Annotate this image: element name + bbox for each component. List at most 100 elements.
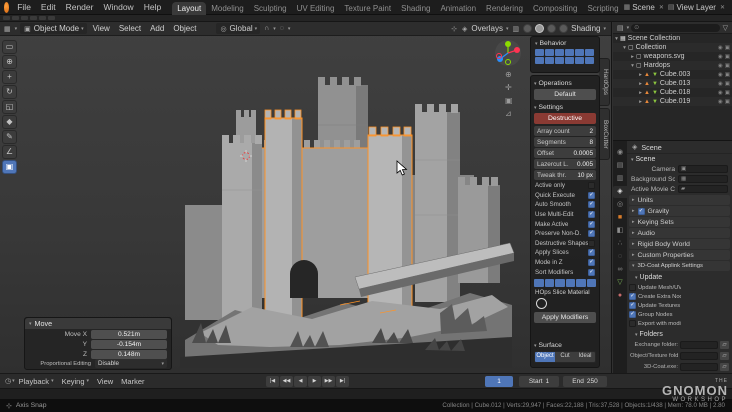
menu-help[interactable]: Help xyxy=(139,2,166,12)
hide-icon[interactable]: ◉ xyxy=(718,45,723,51)
hardops-quick-icon[interactable] xyxy=(585,57,594,64)
check-update-mesh[interactable]: Update Mesh/UV xyxy=(629,283,681,292)
object-texture-folder-field[interactable] xyxy=(680,351,718,360)
tab-physics[interactable]: ◌ xyxy=(613,251,627,263)
check-preserve[interactable]: Preserve Non-D. xyxy=(531,229,599,239)
check-apply-slices[interactable]: Apply Slices xyxy=(531,248,599,258)
hide-icon[interactable]: ◉ xyxy=(718,72,723,78)
chevron-down-icon[interactable]: ▾ xyxy=(635,332,638,338)
snap-magnet-icon[interactable]: ∩ xyxy=(263,25,270,32)
folder-browse-icon[interactable]: ▱ xyxy=(720,340,729,349)
outliner-row-cube018[interactable]: ▸ ▲ ▼ Cube.018 ◉ ▣ xyxy=(613,88,732,97)
overlays-label[interactable]: Overlays xyxy=(471,24,503,33)
chevron-down-icon[interactable]: ▾ xyxy=(534,81,537,87)
xray-toggle-icon[interactable]: ▥ xyxy=(512,25,521,33)
check-mode-in-z[interactable]: Mode in Z xyxy=(531,258,599,268)
render-visibility-icon[interactable]: ▣ xyxy=(725,72,730,78)
play-reverse-button[interactable]: ◀ xyxy=(294,376,307,387)
perspective-toggle-icon[interactable]: ⊿ xyxy=(505,109,513,118)
check-destructive-shapes[interactable]: Destructive Shapes xyxy=(531,239,599,249)
disclosure-icon[interactable]: ▸ xyxy=(637,81,644,87)
outliner-row-scene-collection[interactable]: ▾ ▦ Scene Collection xyxy=(613,34,732,43)
tool-settings-icon[interactable] xyxy=(21,16,28,20)
shading-wireframe-icon[interactable] xyxy=(523,24,533,33)
render-visibility-icon[interactable]: ▣ xyxy=(725,90,730,96)
scene-unlink-icon[interactable]: ✕ xyxy=(657,4,666,11)
movie-clip-field[interactable]: ▰ xyxy=(678,185,728,193)
tab-shading[interactable]: Shading xyxy=(396,2,435,15)
surface-mode-cut[interactable]: Cut xyxy=(555,352,575,362)
orientation-dropdown[interactable]: ◎ Global ▾ xyxy=(216,23,261,34)
checkbox[interactable] xyxy=(588,268,595,276)
zoom-icon[interactable]: ⊕ xyxy=(505,70,513,79)
exe-path-field[interactable] xyxy=(680,362,718,371)
disclosure-icon[interactable]: ▸ xyxy=(637,72,644,78)
outliner-row-hardops[interactable]: ▾ ▢ Hardops ◉ ▣ xyxy=(613,61,732,70)
disclosure-icon[interactable]: ▾ xyxy=(613,36,620,42)
outliner-row-collection[interactable]: ▾ ▢ Collection ◉ ▣ xyxy=(613,43,732,52)
checkbox[interactable] xyxy=(629,320,636,327)
check-sort-modifiers[interactable]: Sort Modifiers xyxy=(531,267,599,277)
jump-to-end-button[interactable]: ▶| xyxy=(336,376,349,387)
chevron-down-icon[interactable]: ▾ xyxy=(29,321,32,327)
check-export-modif[interactable]: Export with modif... xyxy=(629,319,681,328)
array-count-field[interactable]: Array count 2 xyxy=(534,126,596,136)
hide-icon[interactable]: ◉ xyxy=(718,54,723,60)
tool-settings-icon[interactable] xyxy=(39,16,46,20)
shading-rendered-icon[interactable] xyxy=(559,24,569,33)
render-visibility-icon[interactable]: ▣ xyxy=(725,54,730,60)
hardops-quick-icon[interactable] xyxy=(545,57,554,64)
hide-icon[interactable]: ◉ xyxy=(718,99,723,105)
tab-material[interactable]: ● xyxy=(613,290,627,302)
hide-icon[interactable]: ◉ xyxy=(718,81,723,87)
tweak-threshold-field[interactable]: Tweak thr. 10 px xyxy=(534,170,596,180)
tab-modifiers[interactable]: ◧ xyxy=(613,225,627,237)
offset-field[interactable]: Offset 0.0005 xyxy=(534,148,596,158)
chevron-down-icon[interactable]: ▾ xyxy=(631,157,634,163)
disclosure-icon[interactable]: ▾ xyxy=(621,45,628,51)
outliner-row-cube003[interactable]: ▸ ▲ ▼ Cube.003 ◉ ▣ xyxy=(613,70,732,79)
checkbox[interactable] xyxy=(588,239,595,247)
tool-annotate[interactable]: ✎ xyxy=(2,130,17,144)
tool-select-box[interactable]: ▭ xyxy=(2,40,17,54)
check-quick-execute[interactable]: Quick Execute xyxy=(531,191,599,201)
tool-measure[interactable]: ∠ xyxy=(2,145,17,159)
background-scene-field[interactable]: ▦ xyxy=(678,175,728,183)
tab-texture-paint[interactable]: Texture Paint xyxy=(339,2,396,15)
hide-icon[interactable]: ◉ xyxy=(718,63,723,69)
camera-view-icon[interactable]: ▣ xyxy=(505,96,513,105)
lazercut-field[interactable]: Lazercut L. 0.005 xyxy=(534,159,596,169)
sort-option-icon[interactable] xyxy=(534,278,544,287)
section-gravity[interactable]: ▸ Gravity xyxy=(629,206,730,216)
render-visibility-icon[interactable]: ▣ xyxy=(725,45,730,51)
sidebar-tab-boxcutter[interactable]: BoxCutter xyxy=(599,108,610,160)
hardops-quick-icon[interactable] xyxy=(545,49,554,56)
tool-settings-icon[interactable] xyxy=(30,16,37,20)
checkbox[interactable] xyxy=(588,220,595,228)
tab-world[interactable]: ◎ xyxy=(613,199,627,211)
checkbox[interactable] xyxy=(588,211,595,219)
tool-settings-icon[interactable] xyxy=(3,16,10,20)
tab-output[interactable]: ▤ xyxy=(613,160,627,172)
tool-settings-icon[interactable] xyxy=(12,16,19,20)
checkbox[interactable] xyxy=(629,284,636,291)
pan-icon[interactable]: ✛ xyxy=(505,83,513,92)
tab-particles[interactable]: ∴ xyxy=(613,238,627,250)
checkbox[interactable] xyxy=(588,249,595,257)
hardops-quick-icon[interactable] xyxy=(575,49,584,56)
hide-icon[interactable]: ◉ xyxy=(718,90,723,96)
tab-sculpting[interactable]: Sculpting xyxy=(249,2,292,15)
destructive-mode-button[interactable]: Destructive xyxy=(534,113,596,124)
tool-settings-icon[interactable] xyxy=(48,16,55,20)
viewport-3d[interactable]: ▦ ▾ ▣ Object Mode ▾ View Select Add Obje… xyxy=(0,22,612,373)
tab-uv-editing[interactable]: UV Editing xyxy=(292,2,340,15)
tab-modeling[interactable]: Modeling xyxy=(206,2,248,15)
section-units[interactable]: ▸ Units xyxy=(629,195,730,205)
checkbox[interactable] xyxy=(588,191,595,199)
section-custom-properties[interactable]: ▸ Custom Properties xyxy=(629,250,730,260)
tab-layout[interactable]: Layout xyxy=(172,1,207,15)
checkbox[interactable] xyxy=(629,311,636,318)
frame-end-field[interactable]: End 250 xyxy=(563,376,607,387)
menu-select[interactable]: Select xyxy=(116,24,144,33)
move-x-field[interactable]: 0.521m xyxy=(91,329,167,339)
